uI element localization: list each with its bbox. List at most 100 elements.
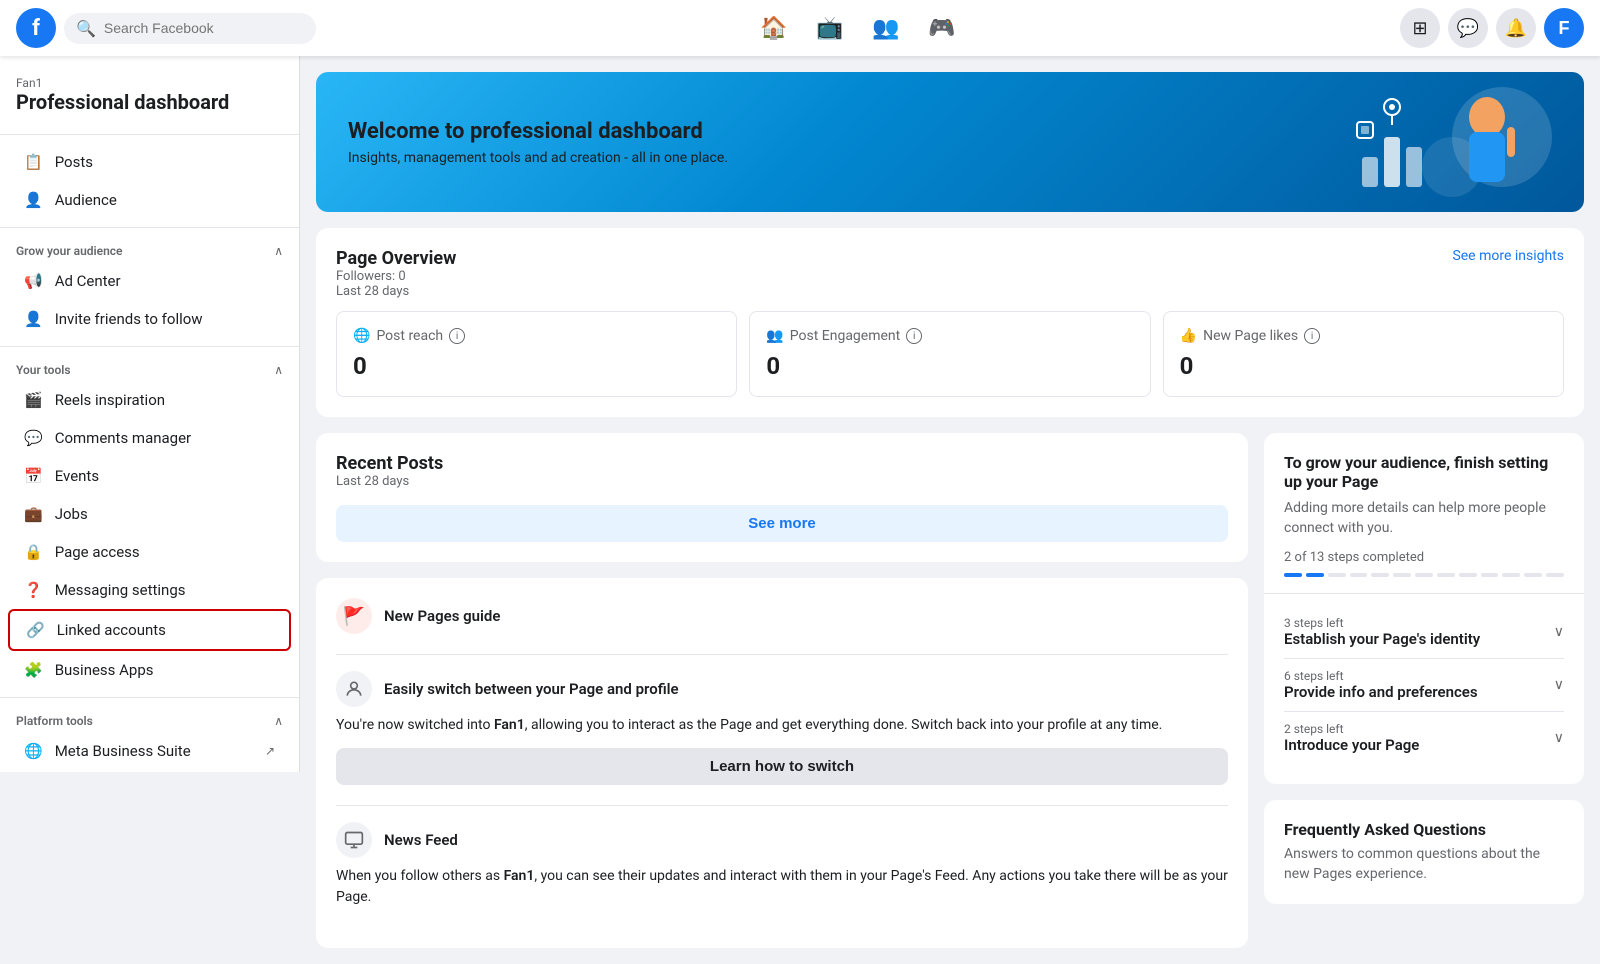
platform-chevron-icon[interactable]: ∧	[274, 714, 283, 728]
sidebar-item-reels[interactable]: 🎬 Reels inspiration	[8, 381, 291, 419]
sidebar-item-label: Messaging settings	[55, 581, 186, 599]
progress-bar-5	[1371, 573, 1389, 577]
people-nav-button[interactable]: 👥	[862, 4, 910, 52]
sidebar-item-comments[interactable]: 💬 Comments manager	[8, 419, 291, 457]
setup-step-preferences[interactable]: 6 steps left Provide info and preference…	[1284, 659, 1564, 712]
search-input[interactable]	[104, 20, 304, 36]
setup-progress-label: 2 of 13 steps completed	[1284, 550, 1564, 565]
sidebar-divider-2	[0, 346, 299, 347]
grow-section-label: Grow your audience	[16, 244, 123, 258]
sidebar-item-label: Meta Business Suite	[55, 742, 191, 760]
setup-step-identity[interactable]: 3 steps left Establish your Page's ident…	[1284, 606, 1564, 659]
see-more-insights-link[interactable]: See more insights	[1452, 248, 1564, 264]
your-tools-chevron-icon[interactable]: ∧	[274, 363, 283, 377]
sidebar-item-linked-accounts[interactable]: 🔗 Linked accounts	[8, 609, 291, 651]
switch-guide-header: Easily switch between your Page and prof…	[336, 671, 1228, 707]
invite-icon: 👤	[24, 310, 43, 328]
setup-card: To grow your audience, finish setting up…	[1264, 433, 1584, 784]
search-box: 🔍	[64, 13, 316, 44]
metric-post-reach: 🌐 Post reach i 0	[336, 311, 737, 397]
setup-divider	[1264, 593, 1584, 594]
notifications-button[interactable]: 🔔	[1496, 8, 1536, 48]
progress-bar-13	[1546, 573, 1564, 577]
grid-button[interactable]: ⊞	[1400, 8, 1440, 48]
sidebar-item-ad-center[interactable]: 📢 Ad Center	[8, 262, 291, 300]
new-page-likes-info-icon[interactable]: i	[1304, 328, 1320, 344]
post-engagement-label: 👥 Post Engagement i	[766, 328, 1133, 344]
thumbs-up-icon: 👍	[1180, 328, 1197, 344]
sidebar-item-meta-business[interactable]: 🌐 Meta Business Suite ↗	[8, 732, 291, 770]
post-reach-value: 0	[353, 352, 720, 380]
page-overview-header: Page Overview Followers: 0 Last 28 days …	[336, 248, 1564, 299]
external-link-icon: ↗	[265, 744, 275, 758]
post-reach-info-icon[interactable]: i	[449, 328, 465, 344]
sidebar-item-label: Jobs	[55, 505, 88, 523]
page-overview-title: Page Overview	[336, 248, 456, 269]
posts-icon: 📋	[24, 153, 43, 171]
sidebar-item-label: Page access	[55, 543, 140, 561]
welcome-subtitle: Insights, management tools and ad creati…	[348, 150, 728, 166]
switch-icon	[336, 671, 372, 707]
ad-center-icon: 📢	[24, 272, 43, 290]
topnav-right: ⊞ 💬 🔔 F	[1400, 8, 1584, 48]
new-pages-guide-header: 🚩 New Pages guide	[336, 598, 1228, 634]
video-nav-button[interactable]: 📺	[806, 4, 854, 52]
people-icon: 👥	[766, 328, 783, 344]
sidebar-item-business-apps[interactable]: 🧩 Business Apps	[8, 651, 291, 689]
sidebar-item-events[interactable]: 📅 Events	[8, 457, 291, 495]
welcome-banner: Welcome to professional dashboard Insigh…	[316, 72, 1584, 212]
business-apps-icon: 🧩	[24, 661, 43, 679]
messaging-icon: ❓	[24, 581, 43, 599]
switch-guide-item: Easily switch between your Page and prof…	[336, 671, 1228, 785]
see-more-posts-button[interactable]: See more	[336, 505, 1228, 542]
platform-section-label: Platform tools	[16, 714, 93, 728]
left-col: Recent Posts Last 28 days See more 🚩 New…	[316, 433, 1248, 948]
new-page-likes-label: 👍 New Page likes i	[1180, 328, 1547, 344]
messenger-button[interactable]: 💬	[1448, 8, 1488, 48]
linked-accounts-icon: 🔗	[26, 621, 45, 639]
sidebar-item-messaging[interactable]: ❓ Messaging settings	[8, 571, 291, 609]
metric-post-engagement: 👥 Post Engagement i 0	[749, 311, 1150, 397]
grow-chevron-icon[interactable]: ∧	[274, 244, 283, 258]
jobs-icon: 💼	[24, 505, 43, 523]
games-nav-button[interactable]: 🎮	[918, 4, 966, 52]
sidebar-item-label: Invite friends to follow	[55, 310, 203, 328]
guide-card: 🚩 New Pages guide	[316, 578, 1248, 948]
home-nav-button[interactable]: 🏠	[750, 4, 798, 52]
sidebar-item-label: Business Apps	[55, 661, 154, 679]
sidebar-item-jobs[interactable]: 💼 Jobs	[8, 495, 291, 533]
setup-step-identity-label: Establish your Page's identity	[1284, 630, 1480, 648]
search-icon: 🔍	[76, 19, 96, 38]
setup-chevron-preferences-icon: ∨	[1554, 677, 1564, 693]
metrics-row: 🌐 Post reach i 0 👥 Post Engagement i 0	[336, 311, 1564, 397]
sidebar-item-label: Comments manager	[55, 429, 191, 447]
topnav: f 🔍 🏠 📺 👥 🎮 ⊞ 💬 🔔 F	[0, 0, 1600, 56]
recent-posts-header: Recent Posts Last 28 days	[336, 453, 1228, 489]
recent-posts-title: Recent Posts	[336, 453, 1228, 474]
sidebar-item-invite-friends[interactable]: 👤 Invite friends to follow	[8, 300, 291, 338]
period-label: Last 28 days	[336, 284, 456, 299]
sidebar-item-audience[interactable]: 👤 Audience	[8, 181, 291, 219]
faq-desc: Answers to common questions about the ne…	[1284, 845, 1564, 884]
avatar-button[interactable]: F	[1544, 8, 1584, 48]
sidebar-item-page-access[interactable]: 🔒 Page access	[8, 533, 291, 571]
progress-bar-10	[1481, 573, 1499, 577]
page-overview: Page Overview Followers: 0 Last 28 days …	[316, 228, 1584, 417]
progress-bar-9	[1459, 573, 1477, 577]
topnav-left: f 🔍	[16, 8, 316, 48]
post-engagement-info-icon[interactable]: i	[906, 328, 922, 344]
progress-bars	[1284, 573, 1564, 577]
setup-step-identity-left: 3 steps left Establish your Page's ident…	[1284, 616, 1480, 648]
reels-icon: 🎬	[24, 391, 43, 409]
meta-business-icon: 🌐	[24, 742, 43, 760]
layout: Fan1 Professional dashboard 📋 Posts 👤 Au…	[0, 0, 1600, 964]
sidebar-item-posts[interactable]: 📋 Posts	[8, 143, 291, 181]
learn-how-to-switch-button[interactable]: Learn how to switch	[336, 748, 1228, 785]
setup-step-introduce[interactable]: 2 steps left Introduce your Page ∨	[1284, 712, 1564, 764]
facebook-logo[interactable]: f	[16, 8, 56, 48]
your-tools-section-header: Your tools ∧	[0, 355, 299, 381]
right-col: To grow your audience, finish setting up…	[1264, 433, 1584, 948]
followers-label: Followers: 0	[336, 269, 456, 284]
setup-title: To grow your audience, finish setting up…	[1284, 453, 1564, 491]
setup-chevron-introduce-icon: ∨	[1554, 730, 1564, 746]
